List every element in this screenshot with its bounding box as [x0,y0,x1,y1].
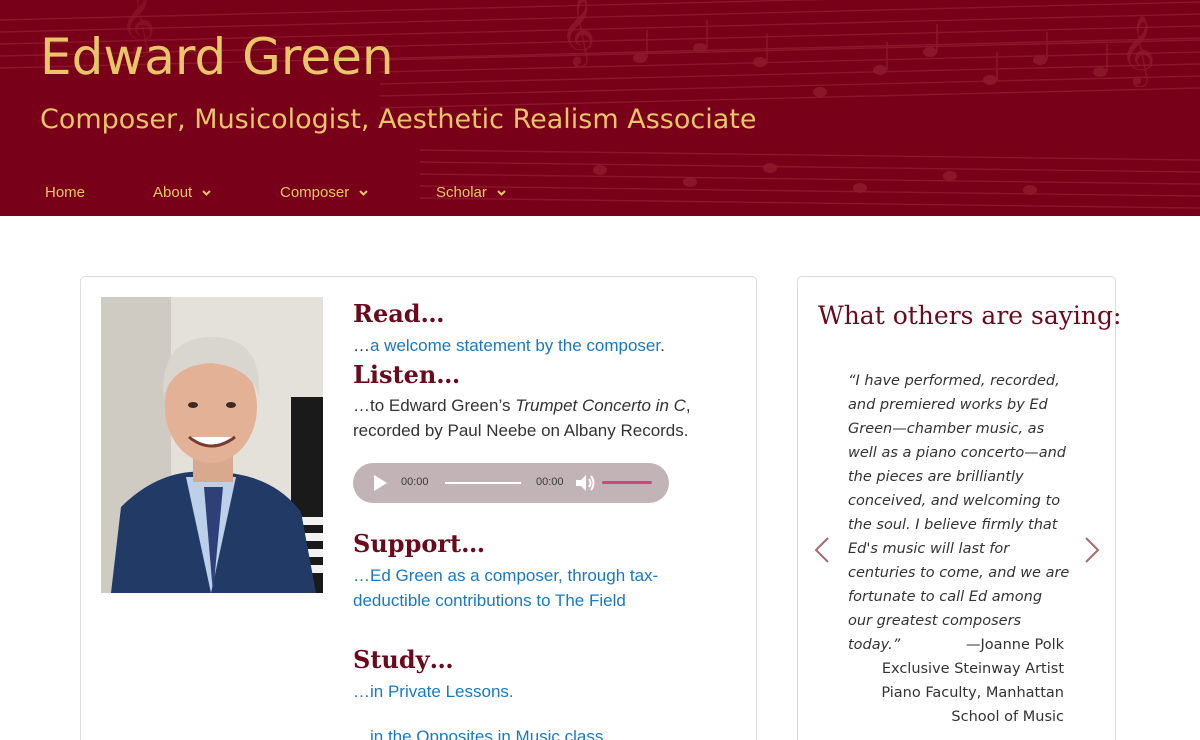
listen-heading: Listen… [353,360,461,389]
field-contributions-link[interactable]: …Ed Green as a composer, through tax-ded… [353,566,658,610]
testimonial-quote: “I have performed, recorded, and premier… [848,373,1070,653]
read-heading: Read… [353,299,445,328]
chevron-left-icon[interactable] [814,537,830,563]
volume-icon[interactable] [576,474,596,492]
nav-item-scholar[interactable]: Scholar [436,184,506,201]
site-header: 𝄞 𝄞 𝄞 Edward Green Composer, Musicologis… [0,0,1200,216]
private-lessons-link[interactable]: …in Private Lessons. [353,682,514,701]
study-text-1: …in Private Lessons. [353,679,733,704]
opposites-class-link[interactable]: …in the Opposites in Music class. [353,727,608,740]
intro-content: Read… …a welcome statement by the compos… [353,299,733,443]
duration: 00:00 [536,476,564,488]
nav-item-label: Composer [280,184,350,201]
testimonial-attribution: —Joanne Polk Exclusive Steinway Artist P… [848,633,1064,729]
intro-card: Read… …a welcome statement by the compos… [80,276,757,740]
listen-text-before: …to Edward Green’s [353,396,516,415]
nav-item-home[interactable]: Home [45,184,85,201]
attribution-title: Exclusive Steinway Artist [881,661,1064,677]
work-title: Trumpet Concerto in C [515,396,686,415]
audio-player: 00:00 00:00 [353,463,669,503]
volume-slider[interactable] [602,481,652,484]
chevron-down-icon [359,190,369,196]
svg-text:𝄞: 𝄞 [560,0,595,67]
testimonials-card: What others are saying: “I have performe… [797,276,1121,740]
study-heading: Study… [353,645,454,674]
attribution-name: —Joanne Polk [966,637,1064,653]
attribution-affiliation: Piano Faculty, Manhattan School of Music [881,685,1064,725]
chevron-right-icon[interactable] [1084,537,1100,563]
nav-item-label: Home [45,184,86,201]
support-heading: Support… [353,529,486,558]
chevron-down-icon [202,190,212,196]
seek-bar[interactable] [445,482,521,484]
testimonials-title: What others are saying: [818,301,1122,330]
study-text-2: …in the Opposites in Music class. [353,724,733,740]
site-title[interactable]: Edward Green [40,28,394,86]
nav-item-label: About [153,184,193,201]
nav-item-about[interactable]: About [153,184,212,201]
read-prefix: … [353,336,370,355]
welcome-statement-link[interactable]: a welcome statement by the composer [370,336,660,355]
read-text: …a welcome statement by the composer. [353,333,733,358]
play-icon[interactable] [373,475,387,491]
site-tagline: Composer, Musicologist, Aesthetic Realis… [40,104,757,135]
support-text: …Ed Green as a composer, through tax-ded… [353,563,733,613]
nav-item-composer[interactable]: Composer [280,184,369,201]
svg-text:𝄞: 𝄞 [1120,15,1155,87]
current-time: 00:00 [401,476,429,488]
listen-text: …to Edward Green’s Trumpet Concerto in C… [353,393,733,443]
composer-photo [101,297,323,593]
nav-item-label: Scholar [436,184,487,201]
support-study-content: Support… …Ed Green as a composer, throug… [353,529,733,740]
chevron-down-icon [497,190,506,196]
read-suffix: . [660,336,665,355]
